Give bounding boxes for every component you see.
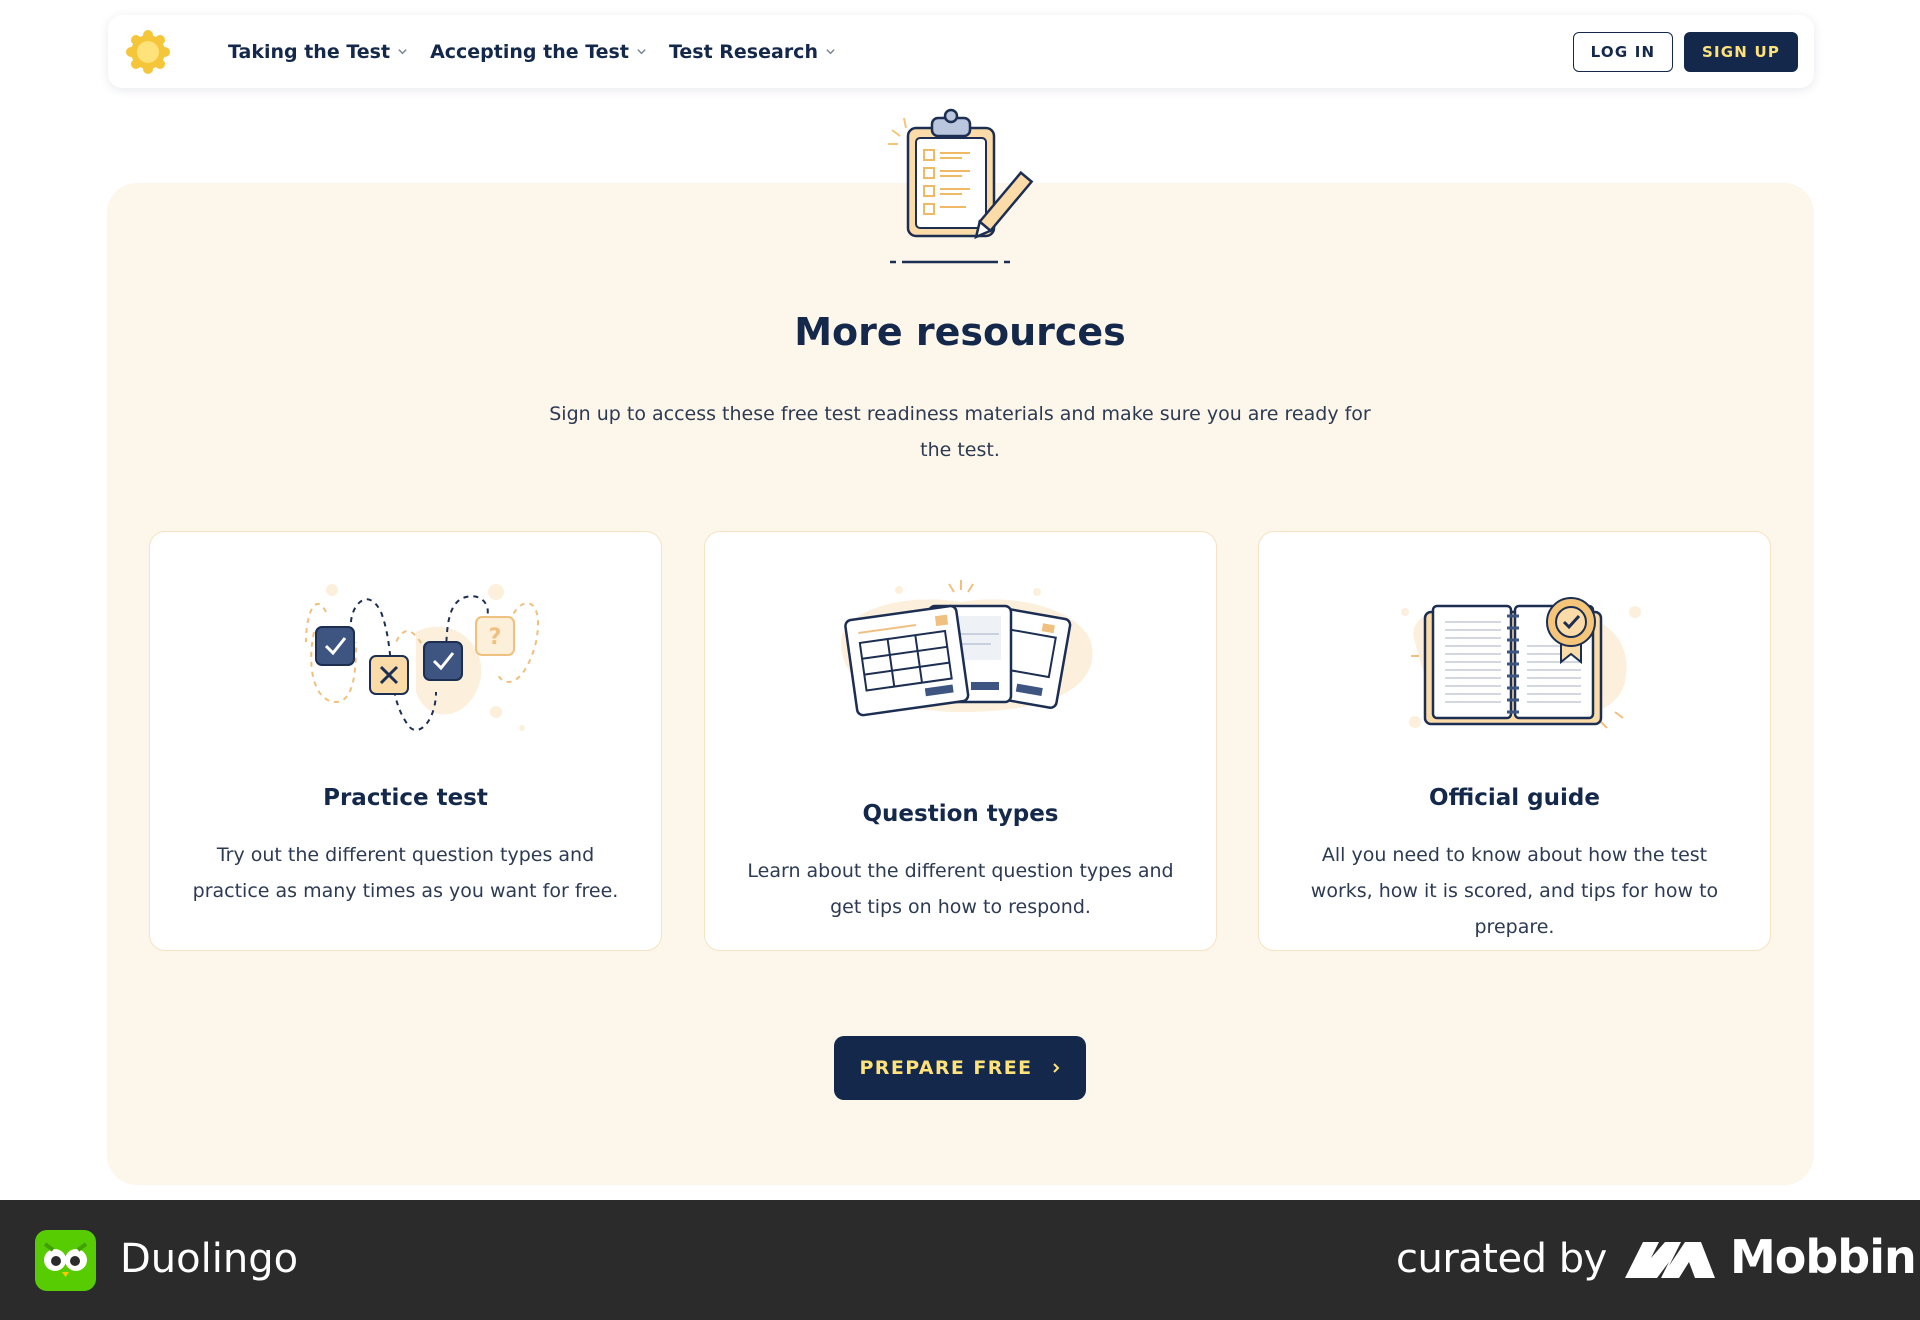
practice-test-illustration: ?: [305, 584, 539, 731]
nav-links: Taking the Test Accepting the Test Test …: [225, 15, 836, 88]
card-official-guide[interactable]: Official guide All you need to know abou…: [1258, 531, 1771, 951]
top-navigation: Taking the Test Accepting the Test Test …: [108, 15, 1814, 88]
login-button[interactable]: LOG IN: [1573, 32, 1673, 72]
duolingo-english-test-logo[interactable]: [124, 28, 172, 76]
card-description: Try out the different question types and…: [192, 844, 619, 902]
prepare-free-button[interactable]: PREPARE FREE: [834, 1036, 1086, 1100]
duolingo-owl-icon: [35, 1230, 96, 1291]
svg-text:?: ?: [489, 625, 502, 650]
clipboard-illustration: [888, 108, 1034, 264]
nav-taking-the-test[interactable]: Taking the Test: [225, 40, 408, 66]
mobbin-logo-icon: [1625, 1242, 1715, 1278]
chevron-down-icon: [826, 49, 835, 55]
nav-label: Taking the Test: [225, 40, 393, 66]
brand-name: Mobbin: [1730, 1230, 1917, 1284]
curated-by-text: curated by: [1396, 1236, 1607, 1282]
card-question-types[interactable]: Question types Learn about the different…: [704, 531, 1217, 951]
app-name: Duolingo: [120, 1236, 299, 1282]
nav-accepting-the-test[interactable]: Accepting the Test: [430, 41, 647, 63]
section-subtitle: Sign up to access these free test readin…: [549, 403, 1371, 461]
signup-button[interactable]: SIGN UP: [1684, 32, 1798, 72]
nav-label: Test Research: [668, 40, 818, 63]
card-title: Practice test: [323, 785, 488, 811]
chevron-right-icon: [1052, 1063, 1059, 1073]
chevron-down-icon: [398, 49, 407, 55]
card-description: All you need to know about how the test …: [1310, 844, 1719, 938]
official-guide-illustration: [1401, 597, 1641, 729]
chevron-down-icon: [637, 49, 646, 55]
card-title: Official guide: [1429, 785, 1600, 811]
nav-label: Accepting the Test: [430, 40, 629, 63]
card-practice-test[interactable]: ? Practice test Try out the different qu…: [149, 531, 662, 951]
card-title: Question types: [862, 801, 1059, 827]
question-types-illustration: [841, 580, 1093, 717]
section-title: More resources: [794, 310, 1126, 354]
auth-buttons: LOG IN SIGN UP: [1573, 32, 1798, 72]
cta-label: PREPARE FREE: [859, 1057, 1033, 1079]
nav-test-research[interactable]: Test Research: [669, 41, 836, 63]
card-description: Learn about the different question types…: [747, 860, 1174, 918]
footer-bar: Duolingo curated by Mobbin: [0, 1200, 1920, 1320]
